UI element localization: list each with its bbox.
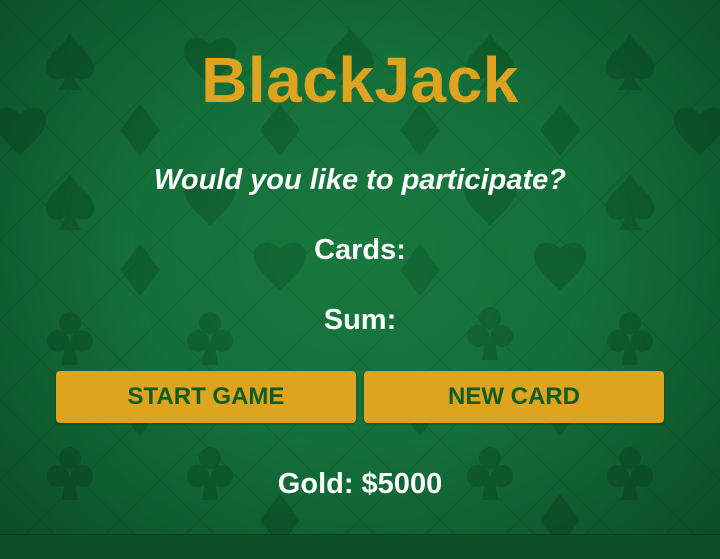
game-title: BlackJack (201, 44, 519, 116)
cards-display: Cards: (314, 234, 406, 266)
game-message: Would you like to participate? (154, 164, 566, 196)
gold-balance: Gold: $5000 (277, 468, 443, 500)
game-panel: BlackJack Would you like to participate?… (0, 0, 720, 558)
sum-display: Sum: (323, 304, 397, 336)
start-game-button[interactable]: START GAME (56, 371, 356, 423)
new-card-button[interactable]: NEW CARD (364, 371, 664, 423)
